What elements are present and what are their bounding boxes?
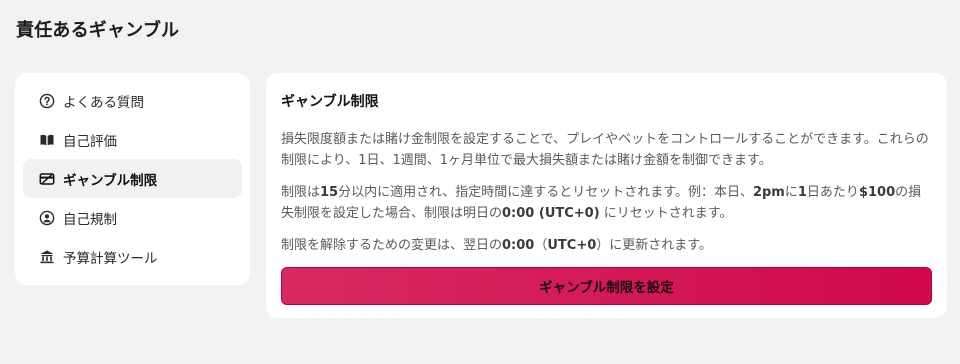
- sidebar-item-label: 自己評価: [63, 133, 117, 150]
- description-paragraph: 損失限度額または賭け金制限を設定することで、プレイやベットをコントロールすること…: [281, 132, 929, 168]
- sidebar-item-self-assessment[interactable]: 自己評価: [23, 120, 242, 159]
- reset-info-paragraph: 制限は15分以内に適用され、指定時間に達するとリセットされます。例：本日、2pm…: [281, 182, 932, 224]
- text: 日あたり: [806, 185, 859, 200]
- user-circle-icon: [39, 210, 55, 226]
- timezone-value: UTC+0: [547, 238, 597, 253]
- update-time-value: 0:00: [502, 238, 535, 253]
- page-title: 責任あるギャンブル: [16, 20, 180, 41]
- time-value: 2pm: [752, 185, 785, 200]
- reset-time-value: 0:00 (UTC+0): [502, 206, 600, 221]
- button-label: ギャンブル制限を設定: [539, 280, 674, 296]
- text: 制限を解除するための変更は、翌日の: [281, 238, 503, 253]
- removal-info-paragraph: 制限を解除するための変更は、翌日の0:00（UTC+0）に更新されます。: [281, 235, 932, 256]
- question-circle-icon: [39, 93, 55, 109]
- sidebar-item-gambling-limits[interactable]: ギャンブル制限: [23, 159, 242, 198]
- text: にリセットされます。: [599, 206, 733, 221]
- bank-icon: [39, 249, 55, 265]
- text: 分以内に適用され、指定時間に達するとリセットされます。例：本日、: [338, 185, 753, 200]
- gambling-limits-panel: ギャンブル制限 損失限度額または賭け金制限を設定することで、プレイやベットをコン…: [266, 73, 947, 318]
- section-title: ギャンブル制限: [281, 94, 379, 110]
- day-count-value: 1: [797, 185, 807, 200]
- card-limit-icon: [39, 171, 55, 187]
- set-gambling-limits-button[interactable]: ギャンブル制限を設定: [281, 267, 932, 305]
- sidebar-item-label: よくある質問: [63, 94, 144, 111]
- book-icon: [39, 132, 55, 148]
- page: 責任あるギャンブル よくある質問 自己評価 ギャンブル制限 自己規制 予算計算ツ…: [0, 0, 960, 364]
- minutes-value: 15: [320, 185, 339, 200]
- text: ）に更新されます。: [596, 238, 712, 253]
- amount-value: $100: [858, 185, 896, 200]
- sidebar-item-label: 自己規制: [63, 211, 117, 228]
- sidebar-item-budget-calculator[interactable]: 予算計算ツール: [23, 237, 242, 276]
- sidebar-item-label: 予算計算ツール: [63, 250, 158, 267]
- sidebar: よくある質問 自己評価 ギャンブル制限 自己規制 予算計算ツール: [15, 73, 250, 285]
- text: （: [534, 238, 548, 253]
- text: 制限は: [281, 185, 321, 200]
- sidebar-item-self-exclusion[interactable]: 自己規制: [23, 198, 242, 237]
- sidebar-item-label: ギャンブル制限: [63, 172, 158, 189]
- text: に: [784, 185, 798, 200]
- sidebar-item-faq[interactable]: よくある質問: [23, 81, 242, 120]
